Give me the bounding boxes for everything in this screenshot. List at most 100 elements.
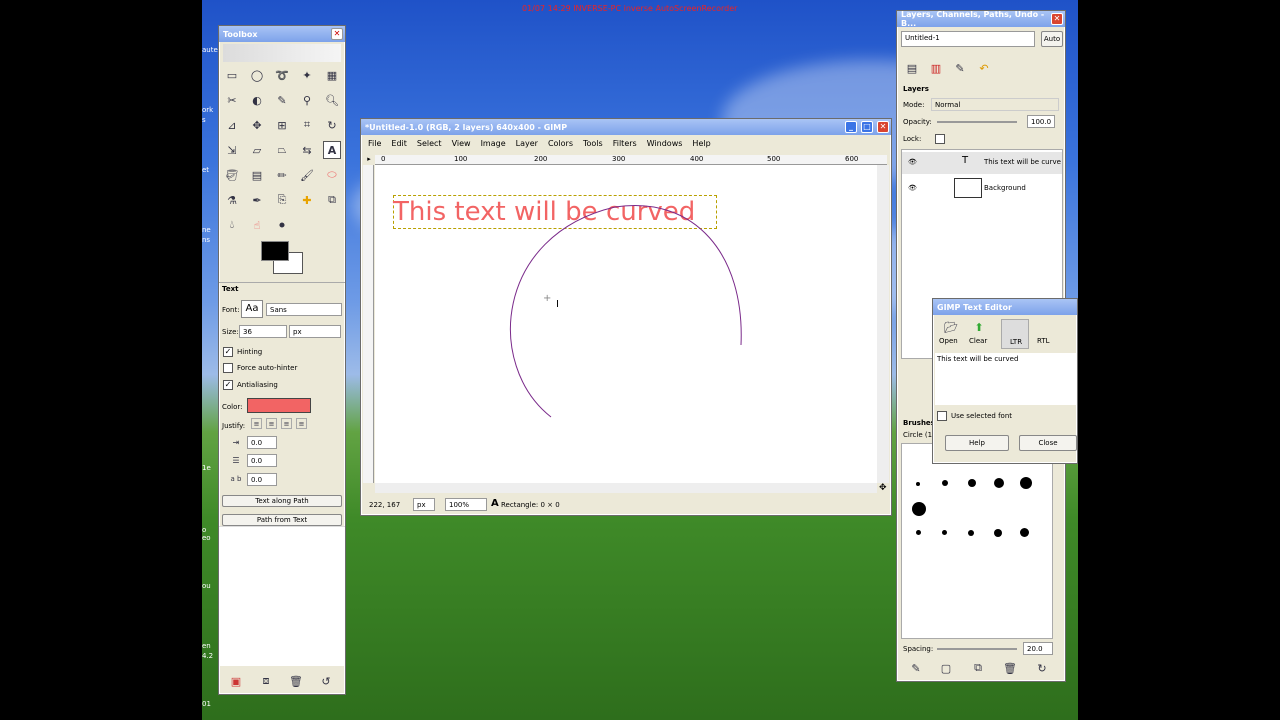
restore-options-icon[interactable]: ⧈ — [257, 672, 275, 690]
menu-help[interactable]: Help — [687, 138, 715, 152]
refresh-brushes-icon[interactable]: ↻ — [1033, 659, 1051, 677]
menu-colors[interactable]: Colors — [543, 138, 578, 152]
delete-brush-icon[interactable]: 🗑︎ — [1001, 659, 1019, 677]
eraser-icon[interactable]: ⬭ — [323, 166, 341, 184]
vertical-scrollbar[interactable] — [877, 165, 889, 483]
desktop-icon-label[interactable]: ne — [202, 226, 218, 235]
close-button[interactable]: ✕ — [877, 121, 889, 133]
blend-icon[interactable]: ▤ — [248, 166, 266, 184]
layer-name[interactable]: This text will be curve — [984, 158, 1061, 166]
perspective-icon[interactable]: ⏢ — [273, 141, 291, 159]
layer-row-text[interactable]: 👁︎ T This text will be curve — [902, 152, 1062, 174]
text-editor-content[interactable]: This text will be curved — [935, 353, 1077, 405]
desktop-icon-label[interactable]: 4.2 — [202, 652, 218, 661]
desktop-icon-label[interactable]: 01 — [202, 700, 218, 709]
opacity-field[interactable]: 100.0 — [1027, 115, 1055, 128]
paintbrush-icon[interactable]: 🖌︎ — [298, 166, 316, 184]
new-brush-icon[interactable]: ▢ — [937, 659, 955, 677]
flip-icon[interactable]: ⇆ — [298, 141, 316, 159]
antialiasing-checkbox[interactable]: ✓ — [223, 380, 233, 390]
curve-path[interactable] — [375, 165, 877, 483]
desktop-icon-label[interactable]: ork — [202, 106, 218, 115]
size-unit-select[interactable]: px — [289, 325, 341, 338]
path-from-text-button[interactable]: Path from Text — [222, 514, 342, 526]
text-color-button[interactable] — [247, 398, 311, 413]
menu-image[interactable]: Image — [476, 138, 511, 152]
heal-icon[interactable]: ✚ — [298, 191, 316, 209]
image-select[interactable]: Untitled-1 — [901, 31, 1035, 47]
help-button[interactable]: Help — [945, 435, 1009, 451]
justify-right-icon[interactable]: ≡ — [266, 418, 277, 429]
reset-options-icon[interactable]: ↺ — [317, 672, 335, 690]
menu-windows[interactable]: Windows — [642, 138, 688, 152]
spacing-field[interactable]: 20.0 — [1023, 642, 1053, 655]
desktop-icon-label[interactable]: et — [202, 166, 218, 175]
opacity-slider[interactable] — [937, 121, 1017, 123]
lock-pixels-checkbox[interactable] — [935, 134, 945, 144]
ink-icon[interactable]: ✒ — [248, 191, 266, 209]
unit-select[interactable]: px — [413, 498, 435, 511]
font-preview-button[interactable]: Aa — [241, 300, 263, 318]
desktop-icon-label[interactable]: ns — [202, 236, 218, 245]
dock-titlebar[interactable]: Layers, Channels, Paths, Undo - B... ✕ — [897, 10, 1065, 28]
desktop-icon-label[interactable]: s — [202, 116, 218, 125]
size-field[interactable]: 36 — [239, 325, 287, 338]
image-window-titlebar[interactable]: *Untitled-1.0 (RGB, 2 layers) 640x400 - … — [361, 119, 891, 135]
rect-select-icon[interactable]: ▭ — [223, 66, 241, 84]
measure-icon[interactable]: ⊿ — [223, 116, 241, 134]
hinting-checkbox[interactable]: ✓ — [223, 347, 233, 357]
color-picker-icon[interactable]: ⚲ — [298, 91, 316, 109]
wilber-drop-area[interactable] — [223, 44, 341, 62]
duplicate-brush-icon[interactable]: ⧉ — [969, 659, 987, 677]
minimize-button[interactable]: _ — [845, 121, 857, 133]
undo-tab-icon[interactable]: ↶ — [975, 59, 993, 77]
color-select-icon[interactable]: ▦ — [323, 66, 341, 84]
scissors-icon[interactable]: ✂ — [223, 91, 241, 109]
desktop-icon-label[interactable]: ou — [202, 582, 218, 591]
edit-brush-icon[interactable]: ✎ — [907, 659, 925, 677]
scale-icon[interactable]: ⇲ — [223, 141, 241, 159]
menu-view[interactable]: View — [447, 138, 476, 152]
horizontal-scrollbar[interactable] — [375, 483, 877, 493]
ltr-button[interactable]: LTR — [1001, 319, 1029, 349]
menu-file[interactable]: File — [363, 138, 386, 152]
dodge-burn-icon[interactable]: ⚫ — [273, 216, 291, 234]
rtl-button[interactable]: RTL — [1037, 337, 1050, 345]
line-spacing-field[interactable]: 0.0 — [247, 454, 277, 467]
zoom-icon[interactable]: 🔍︎ — [323, 91, 341, 109]
clear-button[interactable]: Clear — [969, 337, 987, 345]
lasso-icon[interactable]: ➰ — [273, 66, 291, 84]
menu-filters[interactable]: Filters — [608, 138, 642, 152]
rotate-icon[interactable]: ↻ — [323, 116, 341, 134]
clone-icon[interactable]: ⎘ — [273, 191, 291, 209]
smudge-icon[interactable]: ☝ — [248, 216, 266, 234]
save-options-icon[interactable]: ▣ — [227, 672, 245, 690]
justify-left-icon[interactable]: ≡ — [251, 418, 262, 429]
paths-icon[interactable]: ✎ — [273, 91, 291, 109]
font-field[interactable]: Sans — [266, 303, 342, 316]
quick-mask-menu-icon[interactable]: ▸ — [363, 155, 375, 165]
close-button[interactable]: ✕ — [1051, 13, 1063, 25]
brushes-grid[interactable] — [901, 443, 1053, 639]
shear-icon[interactable]: ▱ — [248, 141, 266, 159]
desktop-icon-label[interactable]: en — [202, 642, 218, 651]
fuzzy-select-icon[interactable]: ✦ — [298, 66, 316, 84]
layer-row-background[interactable]: 👁︎ Background — [902, 176, 1062, 200]
ellipse-select-icon[interactable]: ◯ — [248, 66, 266, 84]
align-icon[interactable]: ⊞ — [273, 116, 291, 134]
image-canvas[interactable]: This text will be curved + I — [375, 165, 877, 483]
desktop-icon-label[interactable]: 1e — [202, 464, 218, 473]
crop-icon[interactable]: ⌗ — [298, 116, 316, 134]
desktop-icon-label[interactable]: eo — [202, 534, 218, 543]
eye-icon[interactable]: 👁︎ — [908, 184, 917, 192]
letter-spacing-field[interactable]: 0.0 — [247, 473, 277, 486]
channels-tab-icon[interactable]: ▥ — [927, 59, 945, 77]
zoom-select[interactable]: 100% — [445, 498, 487, 511]
text-tool-icon[interactable]: A — [323, 141, 341, 159]
mode-select[interactable]: Normal — [931, 98, 1059, 111]
foreground-select-icon[interactable]: ◐ — [248, 91, 266, 109]
perspective-clone-icon[interactable]: ⧉ — [323, 191, 341, 209]
close-button[interactable]: Close — [1019, 435, 1077, 451]
bucket-fill-icon[interactable]: 🪣︎ — [223, 166, 241, 184]
close-button[interactable]: ✕ — [331, 28, 343, 40]
